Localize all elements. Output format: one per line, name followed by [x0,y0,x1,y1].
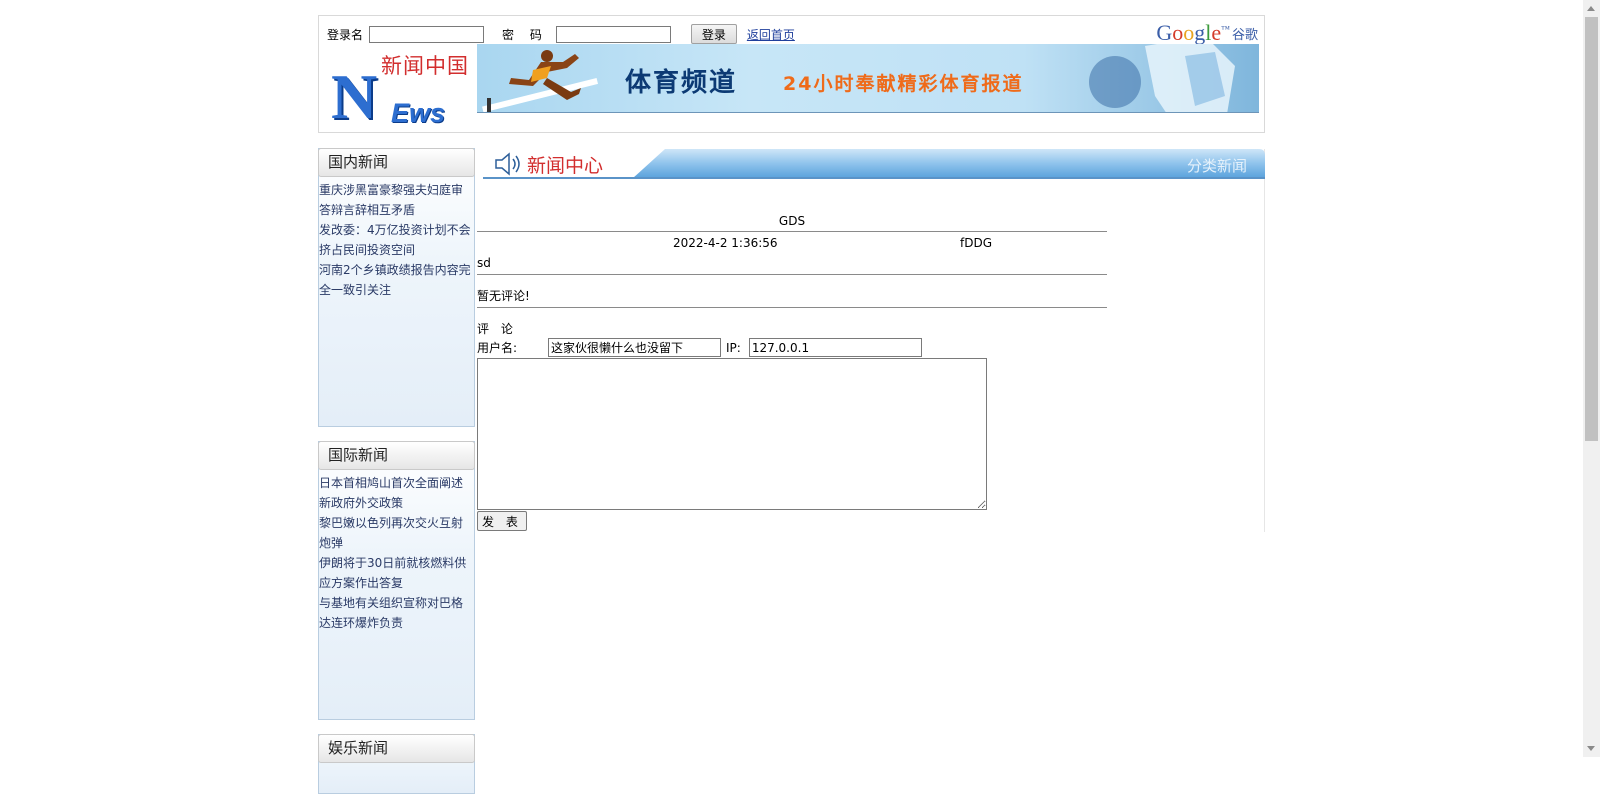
login-username-input[interactable] [369,25,485,43]
no-comment-text: 暂无评论! [477,287,1107,308]
speaker-icon [495,152,520,176]
site-logo[interactable]: 新闻中国 N Ews [331,48,473,132]
article-body: sd [477,254,1107,275]
submit-comment-button[interactable]: 发 表 [477,511,527,531]
article-author: fDDG [960,236,993,250]
player-icon [1089,44,1235,112]
comment-username-input[interactable] [548,338,721,357]
international-news-box: 国际新闻 日本首相鸠山首次全面阐述新政府外交政策 黎巴嫩以色列再次交火互射炮弹 … [318,441,475,720]
article-title: GDS [477,211,1107,232]
comment-content-textarea[interactable] [477,358,987,510]
vertical-scrollbar[interactable] [1583,0,1600,757]
comment-heading: 评 论 [477,322,517,336]
domestic-news-heading: 国内新闻 [318,148,475,177]
scrollbar-thumb[interactable] [1585,17,1598,441]
google-letter: g [1194,20,1206,45]
comment-user-row: 用户名: IP: [477,338,1107,357]
home-link[interactable]: 返回首页 [747,26,795,43]
entertainment-news-box: 娱乐新闻 [318,734,475,794]
login-password-input[interactable] [555,25,671,43]
main-panel: 新闻中心 分类新闻 GDS 2022-4-2 1:36:56 fDDG sd 暂… [477,149,1265,532]
international-news-list: 日本首相鸠山首次全面阐述新政府外交政策 黎巴嫩以色列再次交火互射炮弹 伊朗将于3… [319,470,474,633]
news-link[interactable]: 河南2个乡镇政绩报告内容完全一致引关注 [319,260,474,300]
news-link[interactable]: 伊朗将于30日前就核燃料供应方案作出答复 [319,553,474,593]
news-link[interactable]: 与基地有关组织宣称对巴格达连环爆炸负责 [319,593,474,633]
google-tm: ™ [1221,24,1230,34]
entertainment-news-heading: 娱乐新闻 [318,734,475,763]
news-link[interactable]: 发改委：4万亿投资计划不会挤占民间投资空间 [319,220,474,260]
main-title: 新闻中心 [527,155,604,177]
login-button[interactable]: 登录 [690,24,737,44]
login-bar: 登录名 密 码 登录 返回首页 [327,24,795,44]
sidebar: 国内新闻 重庆涉黑富豪黎强夫妇庭审答辩言辞相互矛盾 发改委：4万亿投资计划不会挤… [318,148,475,808]
google-letter: G [1156,20,1173,45]
article-meta: 2022-4-2 1:36:56 fDDG [477,232,1107,254]
comment-username-label: 用户名: [477,341,518,355]
hurdler-icon [482,50,599,112]
news-link[interactable]: 重庆涉黑富豪黎强夫妇庭审答辩言辞相互矛盾 [319,180,474,220]
category-label[interactable]: 分类新闻 [1187,155,1247,176]
sports-banner: 体育频道 24小时奉献精彩体育报道 [477,44,1259,113]
main-heading-bar: 新闻中心 分类新闻 [483,149,1265,179]
google-letter: e [1211,20,1222,45]
comment-ip-label: IP: [726,340,741,355]
google-letter: o [1183,20,1195,45]
password-label: 密 码 [502,27,548,42]
username-label: 登录名 [327,27,364,42]
site-logo-n: N [331,61,378,132]
news-link[interactable]: 日本首相鸠山首次全面阐述新政府外交政策 [319,473,474,513]
scroll-down-icon[interactable] [1587,746,1595,751]
comment-ip-input[interactable] [748,338,922,357]
article: GDS 2022-4-2 1:36:56 fDDG sd 暂无评论! 评 论 用… [477,211,1107,531]
google-letter: o [1172,20,1184,45]
header: 登录名 密 码 登录 返回首页 G o o g l e ™ 谷歌 新闻中国 N … [318,15,1265,133]
domestic-news-box: 国内新闻 重庆涉黑富豪黎强夫妇庭审答辩言辞相互矛盾 发改委：4万亿投资计划不会挤… [318,148,475,427]
banner-title: 体育频道 [625,68,738,98]
scroll-up-icon[interactable] [1587,6,1595,11]
domestic-news-list: 重庆涉黑富豪黎强夫妇庭审答辩言辞相互矛盾 发改委：4万亿投资计划不会挤占民间投资… [319,177,474,300]
google-cn-label: 谷歌 [1231,28,1258,43]
international-news-heading: 国际新闻 [318,441,475,470]
site-logo-ews: Ews [391,98,446,128]
google-logo[interactable]: G o o g l e ™ 谷歌 [1156,20,1258,46]
site-logo-title: 新闻中国 [381,54,469,78]
banner-subtitle: 24小时奉献精彩体育报道 [783,73,1024,95]
news-link[interactable]: 黎巴嫩以色列再次交火互射炮弹 [319,513,474,553]
article-date: 2022-4-2 1:36:56 [673,236,778,250]
